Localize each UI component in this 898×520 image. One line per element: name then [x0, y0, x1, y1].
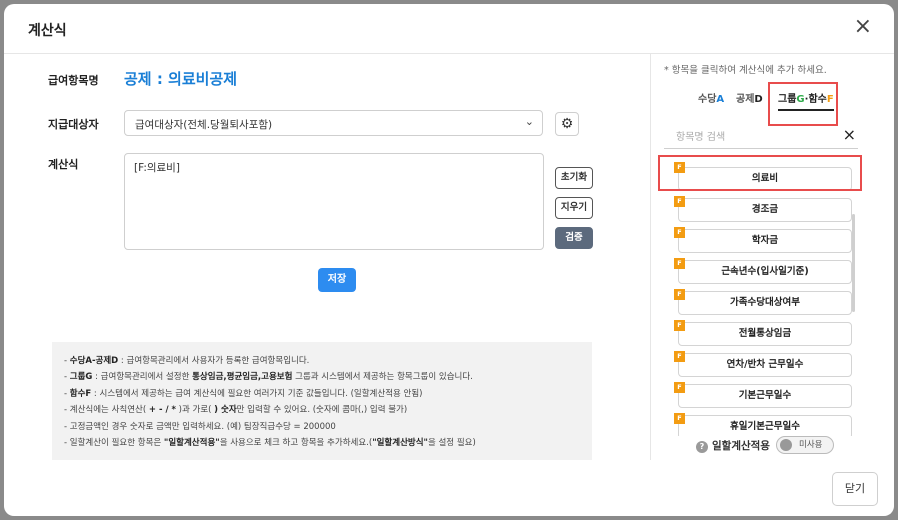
function-list: F 의료비 F 경조금 F 학자금 F 근속년수(입사일기준) F 가족수당대상…: [664, 158, 856, 436]
save-button[interactable]: 저장: [318, 268, 356, 292]
list-item[interactable]: 연차/반차 근무일수: [678, 353, 852, 377]
function-badge: F: [674, 227, 685, 238]
note-line: - 그룹G : 급여항목관리에서 설정한 통상임금,평균임금,고용보험 그룹과 …: [64, 372, 473, 383]
note-line: - 함수F : 시스템에서 제공하는 급여 계산식에 필요한 여러가지 기준 값…: [64, 388, 423, 399]
function-badge: F: [674, 289, 685, 300]
list-scrollbar[interactable]: [852, 214, 855, 312]
function-badge: F: [674, 382, 685, 393]
function-badge: F: [674, 413, 685, 424]
list-item[interactable]: 경조금: [678, 198, 852, 222]
panel-divider: [650, 54, 651, 460]
target-select-value: 급여대상자(전체.당월퇴사포함): [135, 119, 273, 131]
target-label: 지급대상자: [48, 118, 99, 131]
function-badge: F: [674, 162, 685, 173]
chevron-down-icon: ⌄: [524, 115, 534, 128]
formula-dialog: 계산식 × 급여항목명 공제 : 의료비공제 지급대상자 급여대상자(전체.당월…: [4, 4, 894, 516]
toggle-knob: [780, 439, 792, 451]
help-icon: ?: [696, 441, 708, 453]
bulk-calc-label: ? 일할계산적용: [696, 438, 770, 453]
target-select[interactable]: 급여대상자(전체.당월퇴사포함) ⌄: [124, 110, 543, 136]
tab-allowance[interactable]: 수당A: [698, 90, 724, 105]
gear-icon[interactable]: ⚙: [555, 112, 579, 136]
function-badge: F: [674, 258, 685, 269]
verify-button[interactable]: 검증: [555, 227, 593, 249]
highlight-box: [658, 155, 862, 191]
list-item[interactable]: 기본근무일수: [678, 384, 852, 408]
dialog-header: 계산식 ×: [4, 4, 894, 54]
help-notes: - 수당A-공제D : 급여항목관리에서 사용자가 등록한 급여항목입니다. -…: [52, 342, 592, 460]
formula-label: 계산식: [48, 158, 79, 171]
list-item[interactable]: 학자금: [678, 229, 852, 253]
list-item[interactable]: 가족수당대상여부: [678, 291, 852, 315]
clear-button[interactable]: 지우기: [555, 197, 593, 219]
note-line: - 일할계산이 필요한 항목은 "일할계산적용"을 사용으로 체크 하고 항목을…: [64, 438, 476, 449]
dialog-title: 계산식: [28, 23, 67, 39]
list-item[interactable]: 휴일기본근무일수: [678, 415, 852, 436]
bulk-calc-toggle[interactable]: 미사용: [776, 436, 834, 454]
list-item[interactable]: 근속년수(입사일기준): [678, 260, 852, 284]
reset-button[interactable]: 초기화: [555, 167, 593, 189]
note-line: - 계산식에는 사칙연산( + - / * )과 가로( ) 숫자만 입력할 수…: [64, 405, 408, 416]
highlight-box: [768, 82, 838, 126]
item-name-value: 공제 : 의료비공제: [124, 70, 238, 88]
formula-input[interactable]: [F:의료비]: [124, 153, 544, 250]
panel-hint: * 항목을 클릭하여 계산식에 추가 하세요.: [664, 65, 827, 76]
note-line: - 수당A-공제D : 급여항목관리에서 사용자가 등록한 급여항목입니다.: [64, 356, 310, 366]
function-badge: F: [674, 196, 685, 207]
close-button[interactable]: 닫기: [832, 472, 878, 506]
close-icon[interactable]: ×: [854, 16, 872, 38]
search-placeholder: 항목명 검색: [676, 132, 726, 143]
item-search-input[interactable]: 항목명 검색 ×: [664, 125, 858, 149]
clear-search-icon[interactable]: ×: [843, 125, 856, 144]
function-badge: F: [674, 351, 685, 362]
tab-deduction[interactable]: 공제D: [736, 90, 763, 105]
function-badge: F: [674, 320, 685, 331]
item-name-label: 급여항목명: [48, 74, 99, 87]
list-item[interactable]: 전월통상임금: [678, 322, 852, 346]
toggle-label: 미사용: [799, 440, 823, 450]
note-line: - 고정금액인 경우 숫자로 금액만 입력하세요. (예) 팀장직급수당 = 2…: [64, 421, 336, 432]
